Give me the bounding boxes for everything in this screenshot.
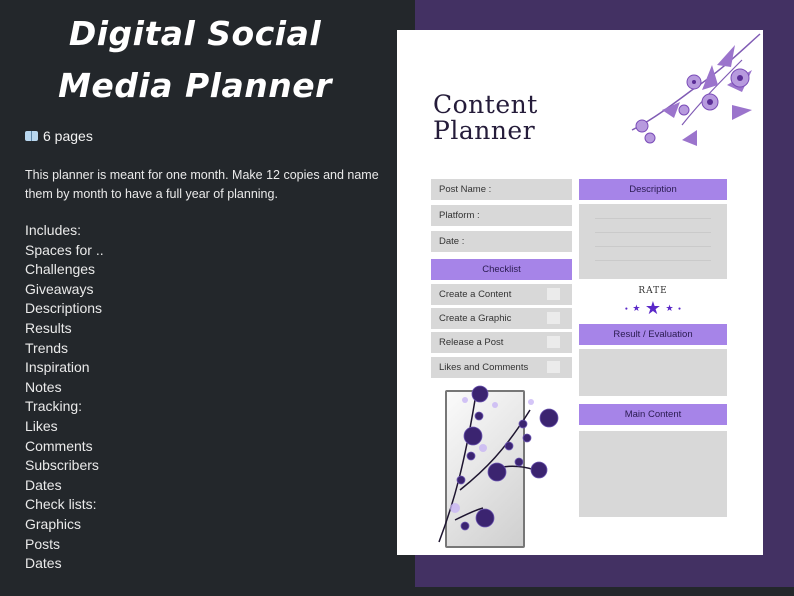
writing-line <box>595 218 711 219</box>
includes-item: Spaces for .. <box>25 241 104 258</box>
product-title-line2: Media Planner <box>58 66 332 105</box>
includes-item: Likes <box>25 417 58 434</box>
description-area[interactable] <box>579 204 727 279</box>
checklist-item[interactable]: Likes and Comments <box>431 357 572 378</box>
page-count: 6 pages <box>25 128 93 144</box>
writing-line <box>595 246 711 247</box>
includes-item: Giveaways <box>25 280 94 297</box>
includes-list: Includes: Spaces for .. Challenges Givea… <box>25 221 104 574</box>
checklist-item[interactable]: Release a Post <box>431 332 572 353</box>
star-rating[interactable]: ● ★ ★ ★ ● <box>579 298 727 319</box>
checklist-item-label: Release a Post <box>439 337 504 348</box>
includes-item: Subscribers <box>25 457 99 474</box>
main-content-area[interactable] <box>579 431 727 517</box>
open-book-icon <box>25 131 38 141</box>
planner-page-preview: Content Planner Post Name : Platform : D… <box>397 30 763 555</box>
floral-decoration-icon <box>631 33 761 146</box>
result-evaluation-header: Result / Evaluation <box>579 324 727 345</box>
includes-item: Dates <box>25 555 62 572</box>
checklist-item-label: Create a Graphic <box>439 313 512 324</box>
product-description-panel: Digital Social Media Planner 6 pages Thi… <box>0 0 415 596</box>
result-evaluation-area[interactable] <box>579 349 727 396</box>
dot-icon: ● <box>678 305 682 312</box>
writing-line <box>595 260 711 261</box>
includes-item: Descriptions <box>25 300 103 317</box>
checklist-item[interactable]: Create a Content <box>431 284 572 305</box>
checkbox[interactable] <box>547 312 560 324</box>
post-name-field[interactable]: Post Name : <box>431 179 572 200</box>
star-icon[interactable]: ★ <box>645 298 661 319</box>
description-header: Description <box>579 179 727 200</box>
includes-item: Results <box>25 319 72 336</box>
checklist-item[interactable]: Create a Graphic <box>431 308 572 329</box>
checklist-item-label: Create a Content <box>439 289 512 300</box>
checkbox[interactable] <box>547 361 560 373</box>
includes-item: Includes: <box>25 222 82 238</box>
checklist-item-label: Likes and Comments <box>439 362 529 373</box>
includes-item: Graphics <box>25 515 82 532</box>
includes-item: Dates <box>25 476 62 493</box>
checkbox[interactable] <box>547 288 560 300</box>
includes-item: Tracking: <box>25 398 83 415</box>
product-description: This planner is meant for one month. Mak… <box>25 168 379 201</box>
writing-line <box>595 232 711 233</box>
includes-item: Comments <box>25 437 93 454</box>
dot-icon: ● <box>624 305 628 312</box>
star-icon[interactable]: ★ <box>632 303 640 314</box>
includes-item: Challenges <box>25 261 96 278</box>
product-title-line1: Digital Social <box>68 14 322 53</box>
main-content-header: Main Content <box>579 404 727 425</box>
includes-item: Trends <box>25 339 69 356</box>
page-count-label: 6 pages <box>43 128 93 144</box>
includes-item: Inspiration <box>25 359 90 376</box>
star-icon[interactable]: ★ <box>666 303 674 314</box>
includes-item: Notes <box>25 378 62 395</box>
planner-title: Content Planner <box>433 92 538 144</box>
date-field[interactable]: Date : <box>431 231 572 252</box>
includes-item: Posts <box>25 535 61 552</box>
checklist-header: Checklist <box>431 259 572 280</box>
blossom-branch-icon <box>438 385 559 543</box>
checkbox[interactable] <box>547 336 560 348</box>
rate-label: RATE <box>638 286 668 296</box>
planner-title-line1: Content <box>433 90 538 119</box>
platform-field[interactable]: Platform : <box>431 205 572 226</box>
includes-item: Check lists: <box>25 496 97 513</box>
planner-title-line2: Planner <box>433 116 536 145</box>
